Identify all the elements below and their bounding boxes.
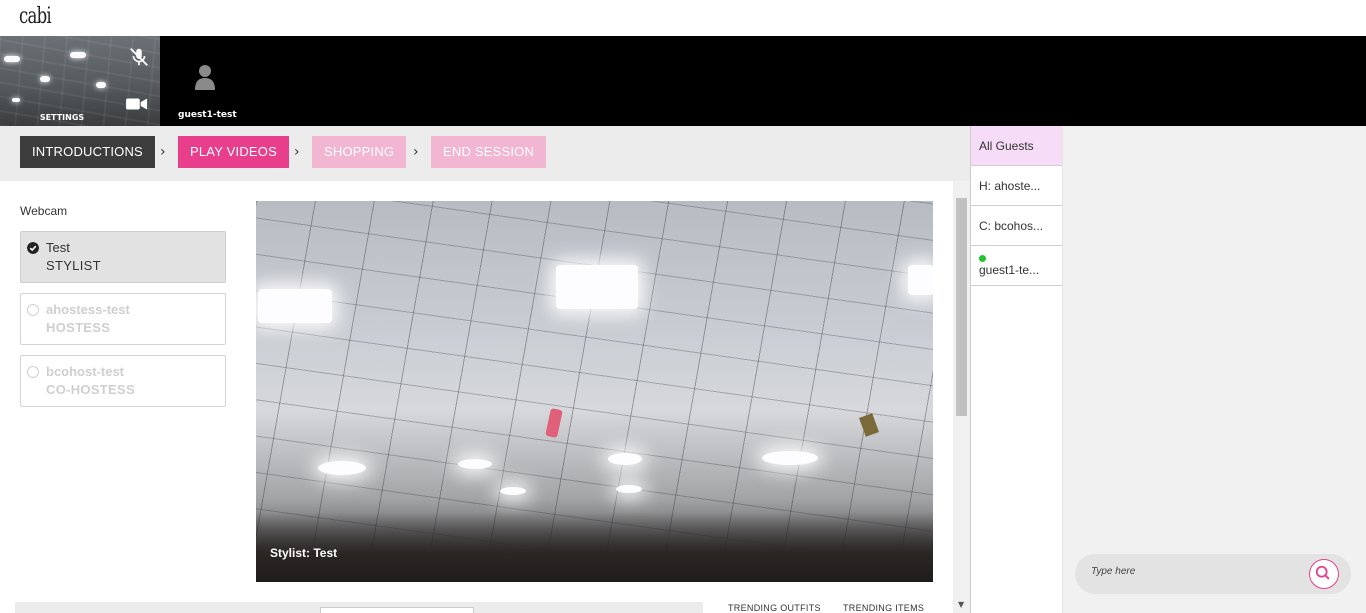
person-name: bcohost-test	[46, 364, 124, 379]
chat-input-box	[1075, 554, 1351, 594]
webcam-option-hostess[interactable]: ahostess-test HOSTESS	[20, 293, 226, 345]
main-video-stage[interactable]: Stylist: Test	[256, 201, 933, 582]
person-role: CO-HOSTESS	[46, 382, 135, 397]
chevron-right-icon: ›	[160, 144, 166, 160]
guest-tab-all[interactable]: All Guests	[971, 126, 1062, 166]
guest-tab-hostess[interactable]: H: ahoste...	[971, 166, 1062, 206]
ceiling-light	[908, 265, 933, 295]
self-camera-tile[interactable]: SETTINGS	[0, 36, 160, 126]
guest-name: guest1-test	[178, 110, 237, 120]
radio-icon	[27, 366, 39, 378]
person-name: ahostess-test	[46, 302, 130, 317]
main-content: Webcam Test STYLIST ahostess-test HOSTES…	[0, 181, 953, 613]
step-play-videos[interactable]: PLAY VIDEOS	[178, 136, 289, 168]
step-introductions[interactable]: INTRODUCTIONS	[20, 136, 155, 168]
session-steps: INTRODUCTIONS › PLAY VIDEOS › SHOPPING ›…	[0, 126, 970, 181]
ceiling-light	[556, 265, 638, 309]
ceiling-light	[616, 485, 642, 493]
guest-tab-co-hostess[interactable]: C: bcohos...	[971, 206, 1062, 246]
video-strip: SETTINGS guest1-test	[0, 36, 1366, 126]
stage-caption: Stylist: Test	[270, 546, 338, 560]
lower-panel-tab[interactable]	[320, 607, 474, 613]
ceiling-light	[500, 487, 526, 495]
ceiling-light	[4, 56, 20, 62]
check-circle-icon	[27, 242, 39, 254]
lower-panel	[15, 602, 703, 613]
avatar-icon	[195, 65, 215, 90]
camera-icon[interactable]	[126, 96, 148, 112]
ceiling-light	[318, 461, 366, 475]
main-scrollbar[interactable]: ▼	[953, 181, 970, 613]
radio-icon	[27, 304, 39, 316]
ceiling-light	[40, 76, 50, 82]
guest-camera-tile[interactable]: guest1-test	[178, 64, 237, 120]
chat-panel	[1063, 126, 1366, 613]
chat-input[interactable]	[1091, 566, 1291, 577]
person-role: HOSTESS	[46, 320, 111, 335]
webcam-heading: Webcam	[20, 204, 68, 218]
chat-send-button[interactable]	[1309, 559, 1339, 589]
step-shopping[interactable]: SHOPPING	[312, 136, 407, 168]
ceiling-light	[458, 459, 492, 469]
person-name: Test	[46, 240, 70, 255]
tab-trending-items[interactable]: TRENDING ITEMS	[843, 603, 924, 613]
room-floor	[256, 512, 933, 582]
settings-label[interactable]: SETTINGS	[0, 113, 124, 122]
online-status-icon	[979, 255, 986, 262]
chevron-right-icon: ›	[413, 144, 419, 160]
ceiling-light	[608, 453, 642, 465]
tab-trending-outfits[interactable]: TRENDING OUTFITS	[728, 603, 821, 613]
ceiling-light	[762, 451, 818, 465]
ceiling-light	[96, 82, 106, 88]
scrollbar-thumb[interactable]	[956, 198, 967, 416]
webcam-option-stylist[interactable]: Test STYLIST	[20, 231, 226, 283]
top-bar: cabi	[0, 0, 1366, 36]
person-role: STYLIST	[46, 258, 101, 273]
cabi-logo[interactable]: cabi	[19, 4, 52, 29]
webcam-option-co-hostess[interactable]: bcohost-test CO-HOSTESS	[20, 355, 226, 407]
chevron-right-icon: ›	[294, 144, 300, 160]
step-end-session[interactable]: END SESSION	[431, 136, 547, 168]
ceiling-light	[70, 52, 86, 58]
guest-list-panel: All Guests H: ahoste... C: bcohos... gue…	[970, 126, 1063, 613]
guest-tab-guest1[interactable]: guest1-te...	[971, 246, 1062, 286]
mic-muted-icon[interactable]	[128, 46, 150, 68]
ceiling-light	[258, 289, 332, 323]
search-icon	[1315, 565, 1330, 580]
guest-tab-label: guest1-te...	[979, 263, 1040, 277]
scroll-down-icon[interactable]: ▼	[958, 600, 964, 609]
ceiling-light	[12, 98, 20, 102]
